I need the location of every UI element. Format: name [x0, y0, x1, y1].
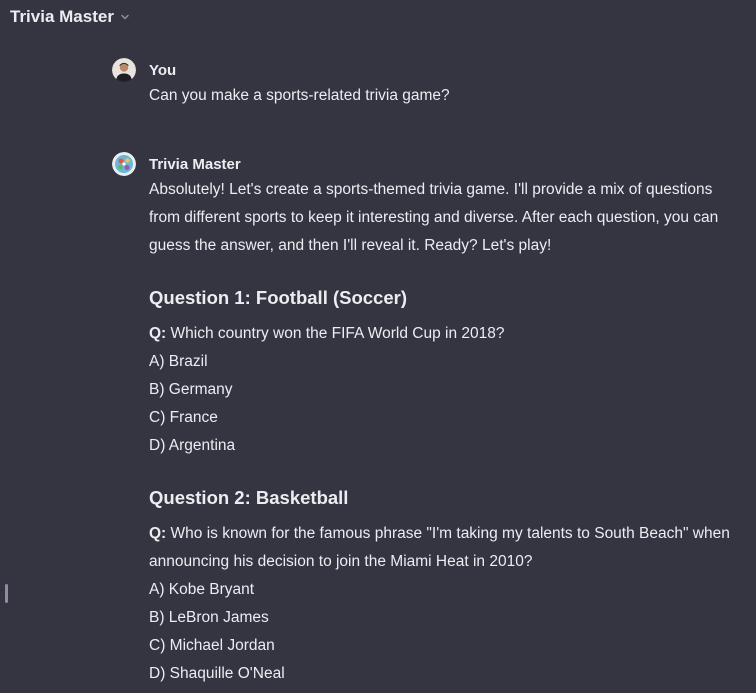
answer-option: B) Germany — [149, 381, 233, 398]
question-block-1: Question 1: Football (Soccer) Q: Which c… — [149, 284, 752, 460]
user-message: You Can you make a sports-related trivia… — [112, 58, 752, 110]
question-heading: Question 2: Basketball — [149, 487, 349, 508]
answer-option: D) Argentina — [149, 437, 236, 454]
assistant-intro-text: Absolutely! Let's create a sports-themed… — [149, 181, 719, 254]
question-label: Q: — [149, 325, 167, 342]
question-label: Q: — [149, 525, 167, 542]
question-block-2: Question 2: Basketball Q: Who is known f… — [149, 484, 752, 688]
assistant-message: Trivia Master Absolutely! Let's create a… — [112, 152, 752, 688]
chat-page: Trivia Master You Can you make a sports-… — [0, 0, 756, 693]
question-heading: Question 1: Football (Soccer) — [149, 287, 407, 308]
question-text: Q: Who is known for the famous phrase "I… — [149, 520, 744, 576]
assistant-message-header: Trivia Master — [112, 152, 752, 176]
model-selector[interactable]: Trivia Master — [10, 6, 130, 28]
chat-title: Trivia Master — [10, 7, 114, 26]
user-avatar — [112, 58, 136, 82]
answer-option: C) Michael Jordan — [149, 637, 275, 654]
answer-option: D) Shaquille O'Neal — [149, 665, 285, 682]
answer-option: C) France — [149, 409, 218, 426]
user-message-header: You — [112, 58, 752, 82]
answer-option: A) Kobe Bryant — [149, 581, 255, 598]
user-message-text: Can you make a sports-related trivia gam… — [149, 87, 450, 104]
sidebar-resize-handle[interactable] — [5, 584, 8, 603]
answer-option: A) Brazil — [149, 353, 208, 370]
assistant-avatar — [112, 152, 136, 176]
question-body: Which country won the FIFA World Cup in … — [166, 325, 505, 342]
answer-option: B) LeBron James — [149, 609, 269, 626]
user-author-name: You — [149, 61, 177, 79]
assistant-author-name: Trivia Master — [149, 155, 241, 173]
question-text: Q: Which country won the FIFA World Cup … — [149, 320, 744, 348]
question-body: Who is known for the famous phrase "I'm … — [149, 525, 730, 570]
chevron-down-icon — [120, 12, 130, 22]
